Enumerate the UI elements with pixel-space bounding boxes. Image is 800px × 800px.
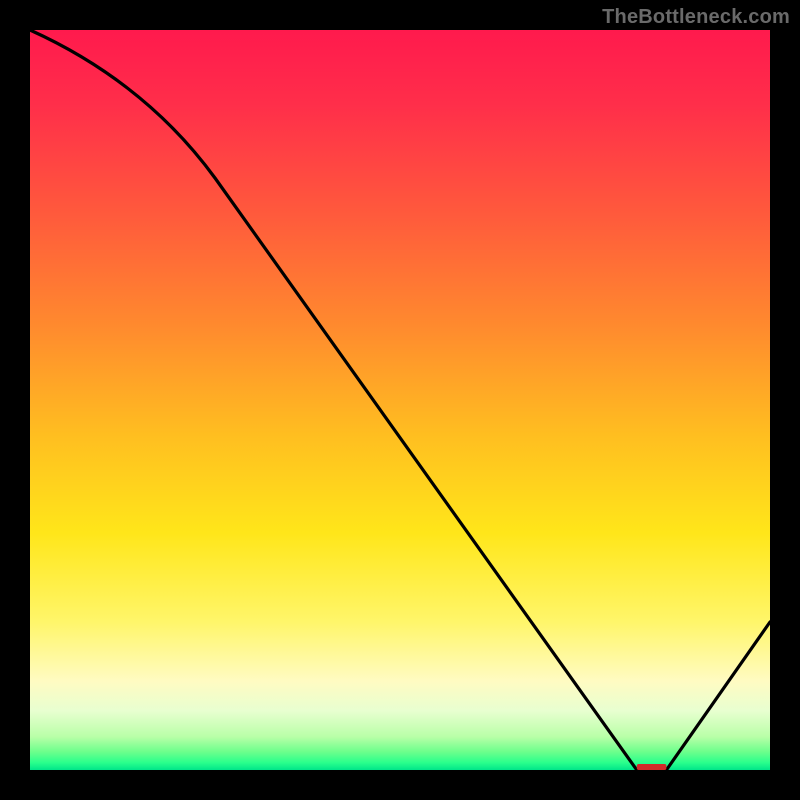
plateau-marker <box>637 764 667 770</box>
chart-stage: TheBottleneck.com <box>0 0 800 800</box>
bottleneck-chart <box>0 0 800 800</box>
watermark-text: TheBottleneck.com <box>602 6 790 29</box>
plot-background <box>30 30 770 770</box>
